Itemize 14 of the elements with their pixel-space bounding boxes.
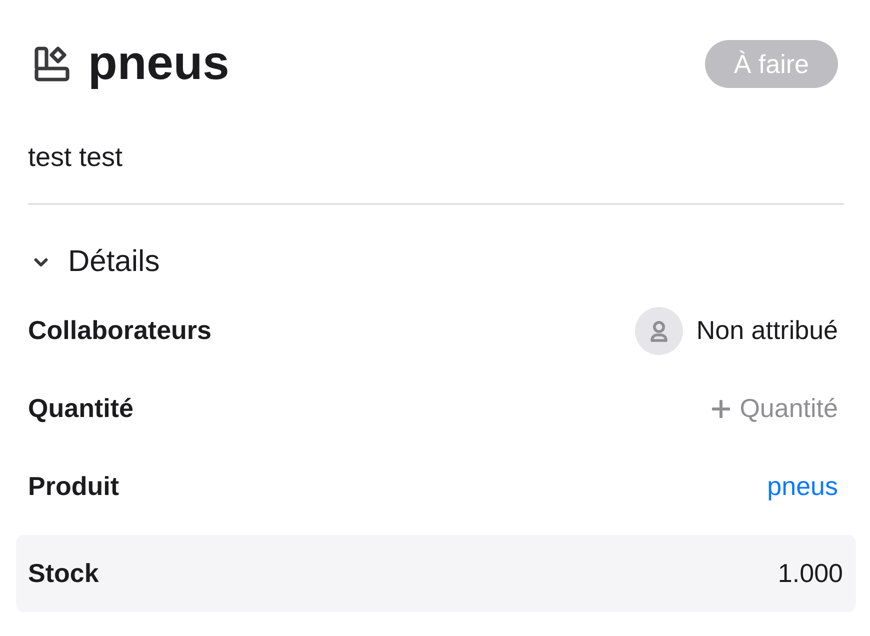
task-description: test test	[28, 141, 124, 173]
details-toggle[interactable]: Détails	[28, 244, 160, 280]
avatar-icon	[635, 306, 684, 354]
field-label: Stock	[28, 558, 99, 589]
field-label: Produit	[28, 471, 119, 502]
assignee-button[interactable]: Non attribué	[635, 306, 838, 354]
plus-icon	[712, 400, 730, 418]
field-value: 1.000	[778, 558, 843, 589]
field-label: Quantité	[28, 393, 134, 424]
field-label: Collaborateurs	[28, 315, 212, 346]
task-title: pneus	[88, 40, 230, 88]
product-link[interactable]: pneus	[767, 471, 838, 502]
status-badge: À faire	[704, 40, 838, 88]
blocks-icon	[34, 46, 70, 82]
